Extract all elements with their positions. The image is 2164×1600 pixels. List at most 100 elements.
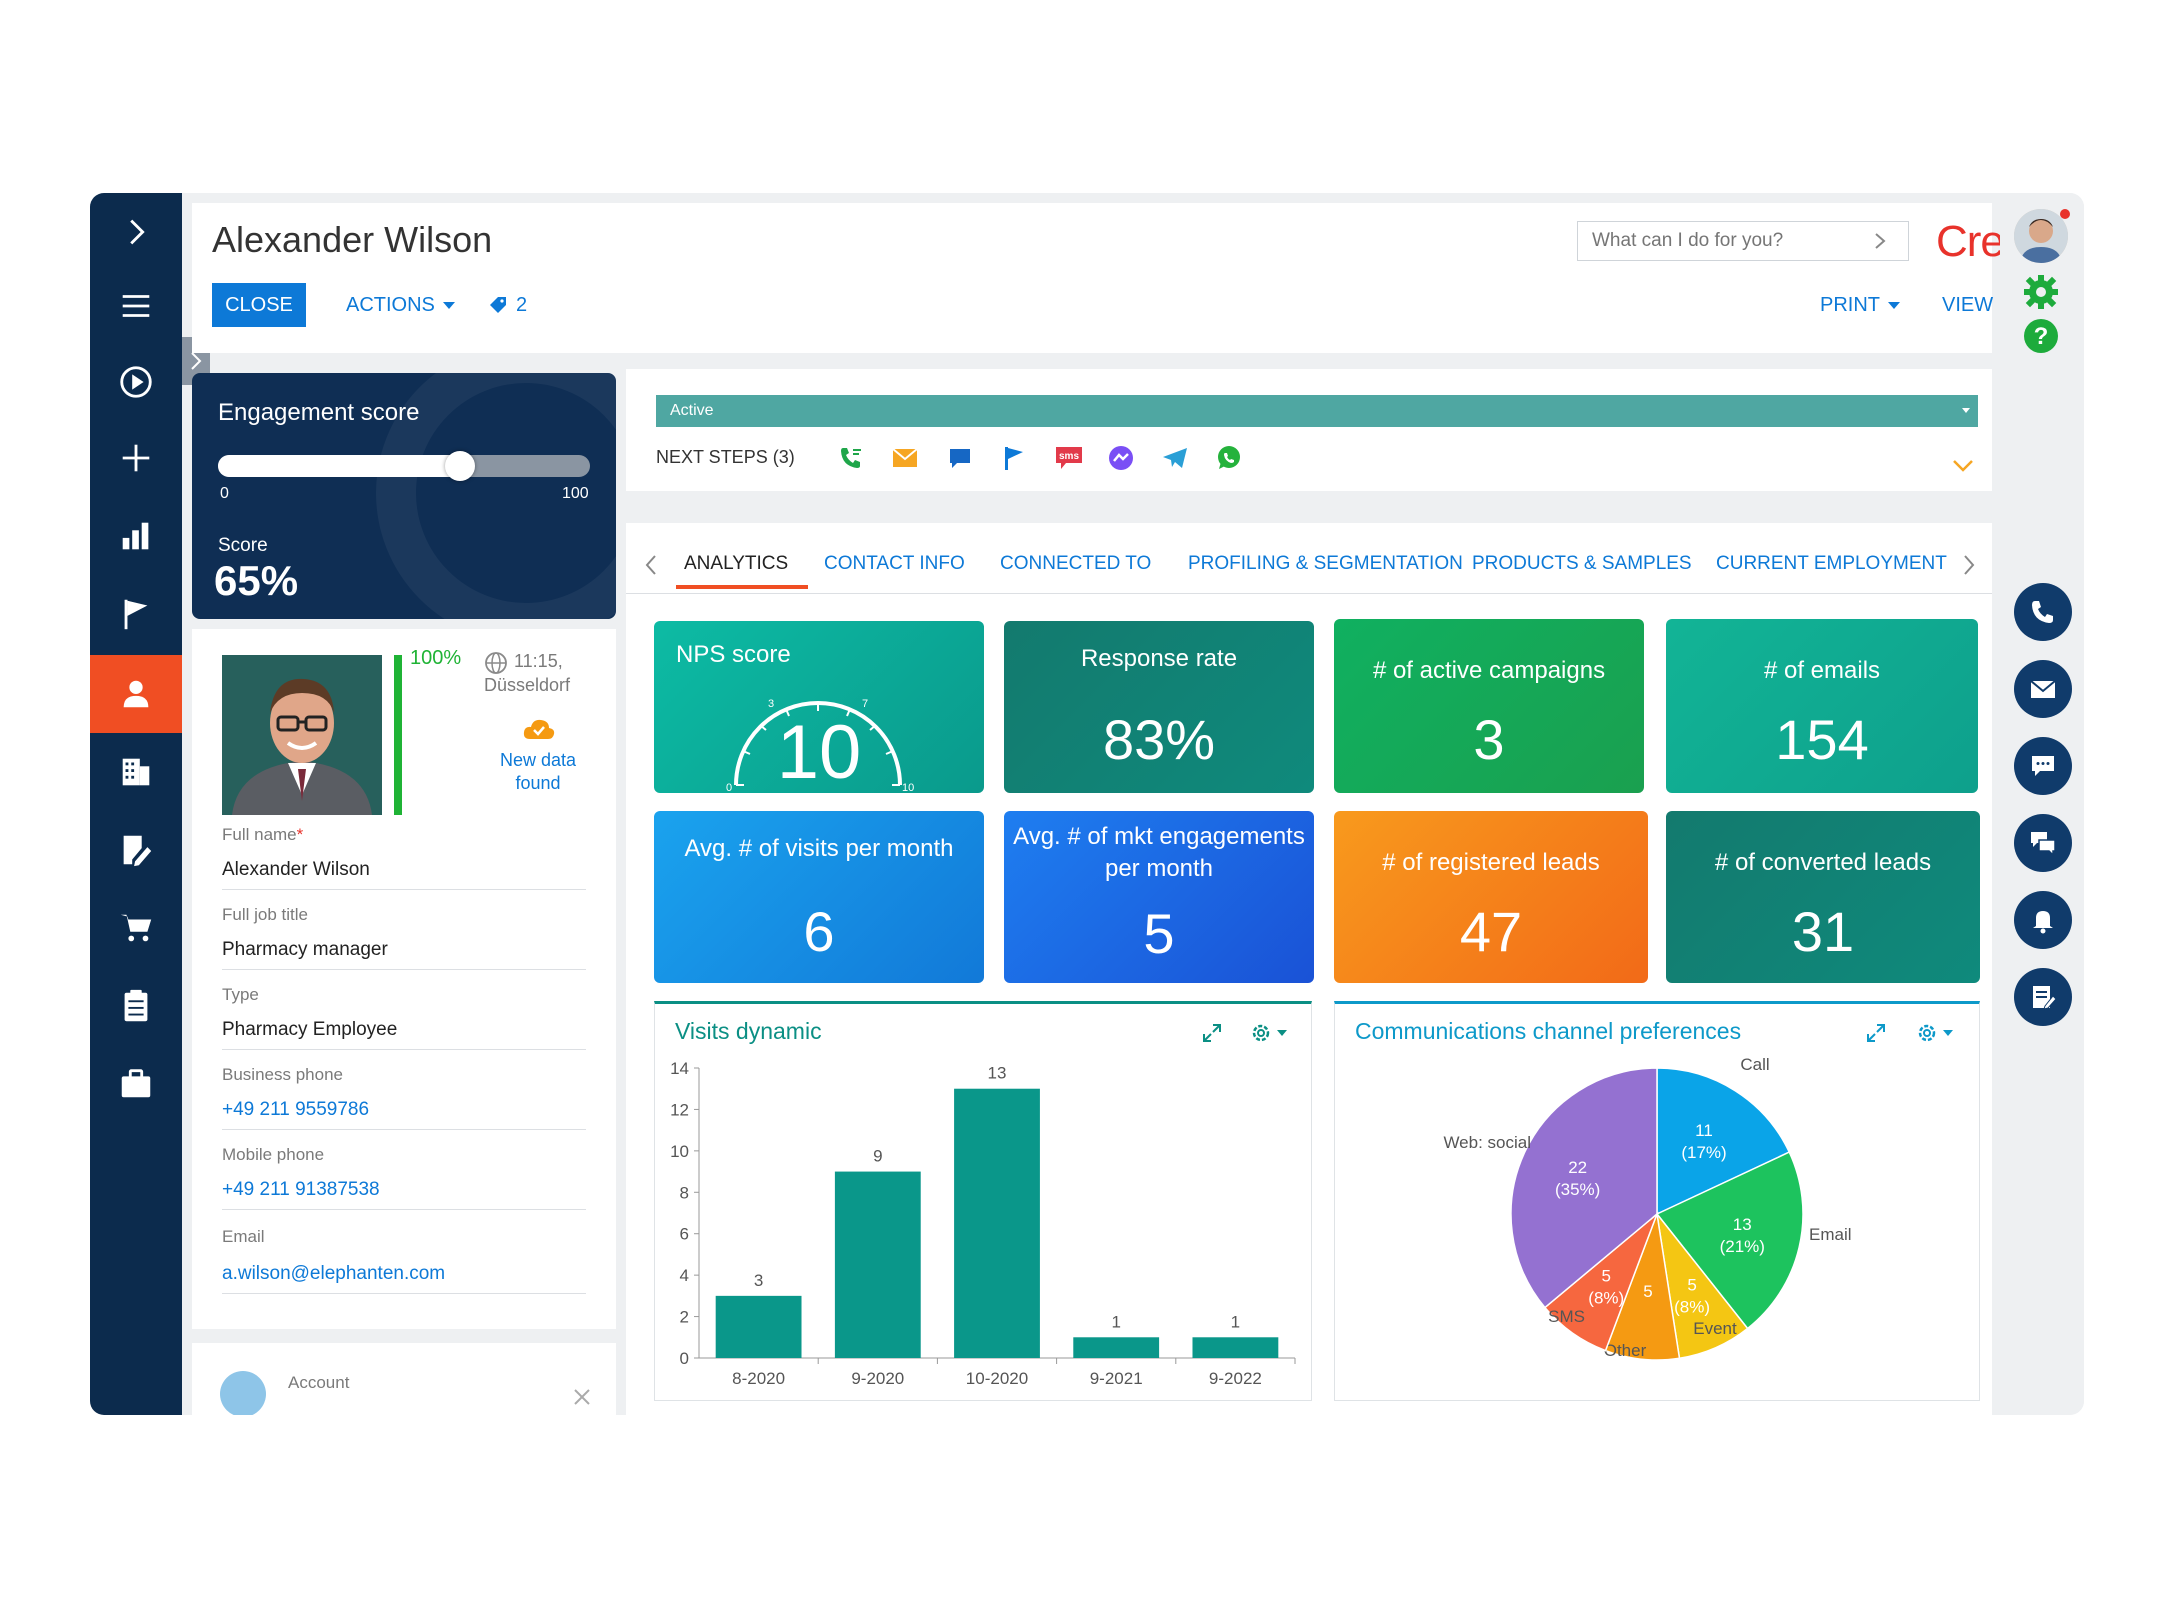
chevron-left-icon[interactable] — [644, 553, 658, 577]
mobile-phone-link[interactable]: +49 211 91387538 — [222, 1179, 380, 1201]
next-steps-label[interactable]: NEXT STEPS (3) — [656, 447, 795, 468]
task-flag-icon[interactable] — [1002, 445, 1026, 471]
chart-settings-icon[interactable] — [1915, 1020, 1963, 1046]
sms-icon[interactable]: sms — [1054, 445, 1084, 471]
field-divider — [222, 969, 586, 970]
envelope-icon — [2028, 674, 2058, 704]
slider-thumb[interactable] — [445, 451, 475, 481]
feed-button[interactable] — [2014, 968, 2072, 1026]
bar[interactable] — [954, 1089, 1040, 1358]
accounts-icon[interactable] — [90, 733, 182, 811]
tile-title: Avg. # of visits per month — [654, 835, 984, 863]
message-icon[interactable] — [948, 447, 972, 471]
stage-bar[interactable]: Active — [656, 395, 1978, 427]
contact-icon[interactable] — [90, 655, 182, 733]
y-tick-label: 6 — [680, 1225, 689, 1244]
notifications-button[interactable] — [2014, 891, 2072, 949]
email-icon[interactable] — [892, 447, 918, 469]
bar-data-label: 1 — [1231, 1312, 1240, 1331]
conversations-button[interactable] — [2014, 814, 2072, 872]
business-phone-link[interactable]: +49 211 9559786 — [222, 1099, 369, 1121]
briefcase-icon[interactable] — [90, 1045, 182, 1123]
print-button[interactable]: PRINT — [1820, 283, 1900, 327]
close-icon[interactable] — [572, 1387, 592, 1407]
tag-icon — [488, 295, 508, 315]
y-tick-label: 4 — [680, 1266, 689, 1285]
engagement-slider[interactable] — [218, 455, 590, 477]
tile-visits-per-month[interactable]: Avg. # of visits per month 6 — [654, 811, 984, 983]
engagement-title: Engagement score — [218, 399, 419, 427]
field-divider — [222, 1209, 586, 1210]
x-tick-label: 9-2021 — [1090, 1369, 1143, 1388]
user-avatar[interactable] — [2014, 209, 2068, 263]
dashboard-icon[interactable] — [90, 497, 182, 575]
tabs-panel: ANALYTICS CONTACT INFO CONNECTED TO PROF… — [626, 523, 1992, 1415]
bar[interactable] — [716, 1296, 802, 1358]
new-data-found-link[interactable]: New data found — [474, 749, 602, 795]
telegram-icon[interactable] — [1162, 447, 1188, 469]
bell-icon — [2028, 905, 2058, 935]
tile-mkt-engagements[interactable]: Avg. # of mkt engagements per month 5 — [1004, 811, 1314, 983]
cart-icon[interactable] — [90, 889, 182, 967]
tab-contact-info[interactable]: CONTACT INFO — [824, 553, 965, 575]
bar[interactable] — [1192, 1337, 1278, 1358]
expand-icon[interactable] — [1201, 1022, 1223, 1044]
expand-icon[interactable] — [1865, 1022, 1887, 1044]
actions-button[interactable]: ACTIONS — [346, 283, 455, 327]
chevron-right-icon[interactable] — [1872, 231, 1888, 251]
type-value[interactable]: Pharmacy Employee — [222, 1019, 397, 1041]
chart-settings-icon[interactable] — [1249, 1020, 1297, 1046]
tile-active-campaigns[interactable]: # of active campaigns 3 — [1334, 619, 1644, 793]
chevron-right-icon[interactable] — [1962, 553, 1976, 577]
full-name-value[interactable]: Alexander Wilson — [222, 859, 370, 881]
add-icon[interactable] — [90, 419, 182, 497]
tile-response-rate[interactable]: Response rate 83% — [1004, 621, 1314, 793]
document-edit-icon[interactable] — [90, 811, 182, 889]
tags-button[interactable]: 2 — [488, 283, 527, 327]
cloud-download-icon[interactable] — [522, 717, 556, 741]
tile-emails[interactable]: # of emails 154 — [1666, 619, 1978, 793]
command-search[interactable] — [1577, 221, 1909, 261]
settings-icon[interactable] — [2022, 273, 2060, 311]
completeness-bar — [394, 655, 402, 815]
job-title-value[interactable]: Pharmacy manager — [222, 939, 388, 961]
slice-percent-label: (21%) — [1720, 1237, 1765, 1256]
tab-analytics[interactable]: ANALYTICS — [684, 553, 788, 575]
slice-value-label: 5 — [1602, 1266, 1611, 1285]
search-input[interactable] — [1592, 230, 1872, 252]
menu-icon[interactable] — [90, 267, 182, 345]
bar[interactable] — [835, 1172, 921, 1358]
chevron-down-icon[interactable] — [1952, 459, 1974, 473]
expand-icon[interactable] — [90, 193, 182, 271]
tile-title: Avg. # of mkt engagements — [1004, 823, 1314, 851]
tab-connected-to[interactable]: CONNECTED TO — [1000, 553, 1151, 575]
help-icon[interactable]: ? — [2022, 317, 2060, 355]
stage-label: Active — [670, 402, 714, 420]
checklist-icon[interactable] — [90, 967, 182, 1045]
close-button[interactable]: CLOSE — [212, 283, 306, 327]
flag-icon[interactable] — [90, 575, 182, 653]
tile-nps-score[interactable]: NPS score 0 3 7 10 10 — [654, 621, 984, 793]
actions-label: ACTIONS — [346, 294, 435, 317]
chat-button[interactable] — [2014, 737, 2072, 795]
email-link[interactable]: a.wilson@elephanten.com — [222, 1263, 445, 1285]
new-data-line2: found — [474, 772, 602, 795]
tile-title: # of active campaigns — [1334, 657, 1644, 685]
play-icon[interactable] — [90, 343, 182, 421]
field-divider — [222, 1129, 586, 1130]
phone-button[interactable] — [2014, 583, 2072, 641]
tab-profiling-segmentation[interactable]: PROFILING & SEGMENTATION — [1188, 553, 1463, 575]
account-label: Account — [288, 1373, 349, 1393]
messenger-icon[interactable] — [1108, 445, 1134, 471]
tab-current-employment[interactable]: CURRENT EMPLOYMENT — [1716, 553, 1947, 575]
call-log-icon[interactable] — [838, 445, 864, 471]
status-panel: Active NEXT STEPS (3) sms — [626, 369, 1992, 491]
tile-converted-leads[interactable]: # of converted leads 31 — [1666, 811, 1980, 983]
tile-registered-leads[interactable]: # of registered leads 47 — [1334, 811, 1648, 983]
email-button[interactable] — [2014, 660, 2072, 718]
bar[interactable] — [1073, 1337, 1159, 1358]
slice-name-label: Call — [1740, 1055, 1769, 1074]
tab-products-samples[interactable]: PRODUCTS & SAMPLES — [1472, 553, 1692, 575]
tile-value: 10 — [654, 709, 984, 793]
whatsapp-icon[interactable] — [1216, 445, 1242, 471]
